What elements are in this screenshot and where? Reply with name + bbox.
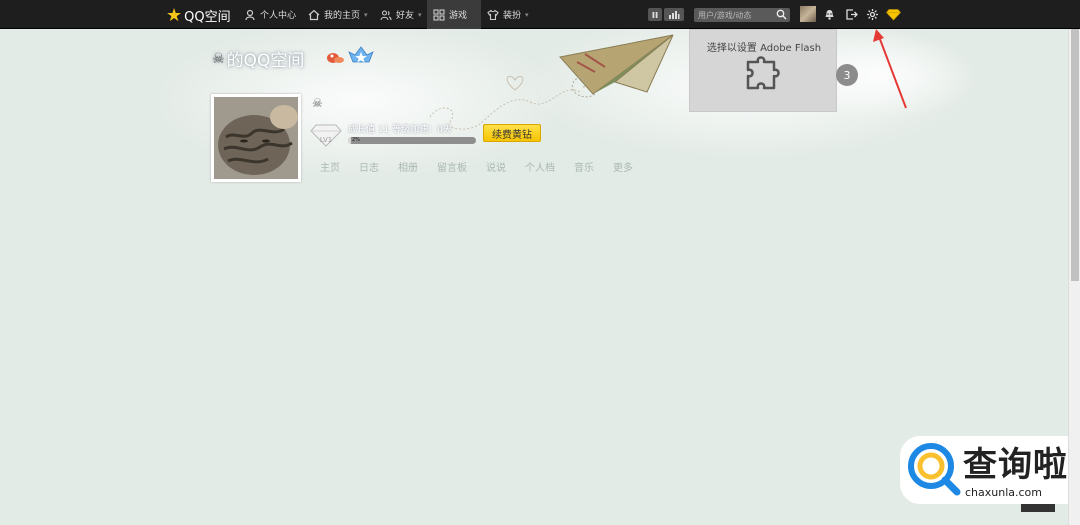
magnifier-logo-icon (908, 443, 961, 496)
nav-decorate[interactable]: 装扮 ▾ (481, 0, 535, 29)
top-navigation-bar: ★ QQ空间 个人中心 我的主页 ▾ 好友 ▾ 游戏 装扮 ▾ (0, 0, 1080, 29)
flash-plugin-popup[interactable]: 选择以设置 Adobe Flash (689, 29, 837, 112)
user-avatar[interactable] (800, 6, 816, 22)
scrollbar-thumb[interactable] (1071, 29, 1079, 281)
gear-icon[interactable] (866, 8, 879, 21)
profile-nav-guestbook[interactable]: 留言板 (437, 159, 467, 174)
skull-icon: ☠ (312, 96, 323, 110)
chevron-down-icon: ▾ (525, 10, 529, 19)
qzone-logo[interactable]: ★ QQ空间 (166, 4, 231, 26)
nav-label: 我的主页 (324, 11, 361, 21)
progress-label: 2% (352, 137, 360, 143)
diamond-icon[interactable] (886, 8, 901, 21)
site-title-text: 的QQ空间 (226, 51, 305, 71)
chevron-down-icon: ▾ (418, 10, 422, 19)
skull-icon: ☠ (212, 50, 225, 67)
cat-photo (214, 97, 298, 179)
bar-chart-icon (669, 11, 680, 19)
renew-yellow-diamond-button[interactable]: 续费黄钻 (483, 124, 541, 142)
red-annotation-arrow-icon (873, 29, 907, 109)
profile-nav-shuoshuo[interactable]: 说说 (486, 159, 506, 174)
profile-nav-blog[interactable]: 日志 (359, 159, 379, 174)
star-icon: ★ (166, 4, 183, 26)
watermark-brand: 查询啦 (963, 445, 1068, 485)
grid-icon (433, 8, 445, 21)
friends-icon (380, 9, 392, 20)
red-badge-icon[interactable] (325, 50, 345, 64)
nav-friends[interactable]: 好友 ▾ (374, 0, 428, 29)
shirt-icon (487, 9, 499, 20)
progress-fill (348, 137, 351, 144)
watermark-url: chaxunla.com (965, 486, 1042, 499)
chevron-down-icon: ▾ (364, 10, 368, 19)
nav-label: 游戏 (449, 11, 468, 21)
profile-nav-music[interactable]: 音乐 (574, 159, 594, 174)
corner-block (1021, 504, 1055, 512)
nav-personal-center[interactable]: 个人中心 (238, 0, 302, 29)
nav-label: 好友 (396, 11, 415, 21)
profile-nav-album[interactable]: 相册 (398, 159, 418, 174)
search-icon[interactable] (776, 9, 787, 20)
profile-avatar[interactable] (211, 94, 301, 182)
nav-games[interactable]: 游戏 (427, 0, 481, 29)
nav-label: 装扮 (503, 11, 522, 21)
notification-count-badge[interactable]: 3 (836, 64, 858, 86)
profile-nav-home[interactable]: 主页 (320, 159, 340, 174)
vertical-scrollbar[interactable] (1068, 29, 1080, 525)
puzzle-plugin-icon (746, 56, 780, 90)
level-diamond-icon: LV1 (310, 124, 342, 147)
pause-button[interactable] (648, 8, 662, 21)
level-label: LV1 (320, 136, 332, 144)
profile-nav-more[interactable]: 更多 (613, 159, 633, 174)
profile-nav-profile[interactable]: 个人档 (525, 159, 555, 174)
growth-value-text: 成长值 11 等级加速：0天 (348, 125, 452, 135)
home-icon (308, 9, 320, 20)
nav-my-homepage[interactable]: 我的主页 ▾ (302, 0, 374, 29)
logout-icon[interactable] (845, 8, 858, 21)
profile-navigation: 主页 日志 相册 留言板 说说 个人档 音乐 更多 (320, 159, 652, 174)
page-title: ☠ 的QQ空间 (212, 46, 305, 72)
stats-button[interactable] (664, 8, 684, 21)
vip-star-badge-icon[interactable] (348, 46, 374, 68)
person-icon (245, 9, 255, 20)
pause-icon (652, 11, 658, 18)
nav-label: 个人中心 (260, 11, 297, 21)
logo-text: QQ空间 (184, 9, 231, 25)
growth-progress-bar (348, 137, 476, 144)
bell-icon[interactable] (823, 8, 836, 21)
